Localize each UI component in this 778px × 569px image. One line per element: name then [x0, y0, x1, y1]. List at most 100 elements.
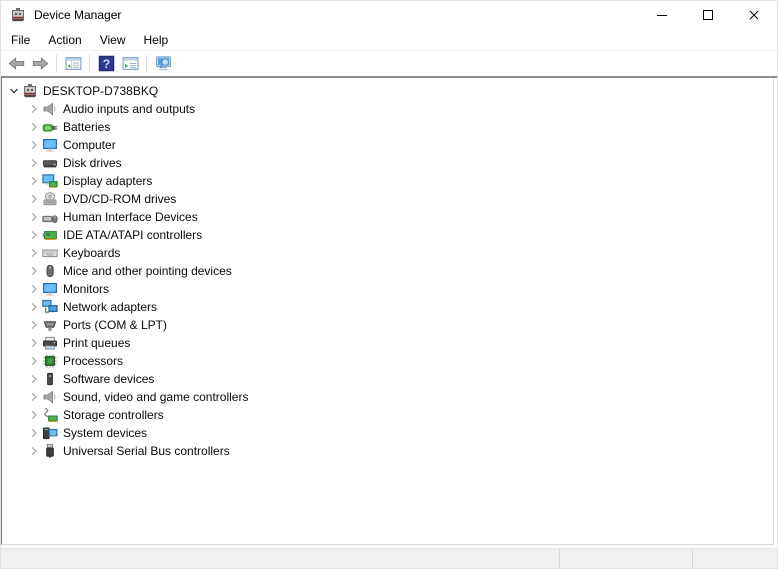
- battery-icon: [42, 119, 58, 135]
- tree-item-disk-drives[interactable]: Disk drives: [2, 154, 773, 172]
- tree-item-ide-ata-atapi-controllers[interactable]: IDE ATA/ATAPI controllers: [2, 226, 773, 244]
- tree-item-label: Keyboards: [63, 246, 121, 260]
- tree-item-label: Disk drives: [63, 156, 122, 170]
- scan-hardware-changes-button[interactable]: [151, 53, 175, 75]
- title-bar: Device Manager: [1, 1, 777, 29]
- tree-item-label: Human Interface Devices: [63, 210, 198, 224]
- tree-item-monitors[interactable]: Monitors: [2, 280, 773, 298]
- device-manager-window: Device Manager File Action View Help DES…: [0, 0, 778, 569]
- tree-item-processors[interactable]: Processors: [2, 352, 773, 370]
- chevron-right-icon[interactable]: [27, 280, 41, 298]
- menu-view[interactable]: View: [92, 31, 134, 49]
- status-segment: [1, 549, 559, 568]
- chevron-right-icon[interactable]: [27, 208, 41, 226]
- tree-item-batteries[interactable]: Batteries: [2, 118, 773, 136]
- tree-item-label: Batteries: [63, 120, 111, 134]
- chevron-right-icon[interactable]: [27, 316, 41, 334]
- tree-item-usb-controllers[interactable]: Universal Serial Bus controllers: [2, 442, 773, 460]
- chevron-right-icon[interactable]: [27, 172, 41, 190]
- help-button[interactable]: [94, 53, 118, 75]
- tree-item-audio-inputs-outputs[interactable]: Audio inputs and outputs: [2, 100, 773, 118]
- chevron-right-icon[interactable]: [27, 244, 41, 262]
- window-title: Device Manager: [34, 8, 122, 22]
- tree-item-label: Print queues: [63, 336, 131, 350]
- software-device-icon: [42, 371, 58, 387]
- maximize-button[interactable]: [685, 1, 731, 29]
- chevron-right-icon[interactable]: [27, 190, 41, 208]
- chevron-right-icon[interactable]: [27, 388, 41, 406]
- chevron-right-icon[interactable]: [27, 154, 41, 172]
- tree-item-label: Computer: [63, 138, 116, 152]
- chevron-right-icon[interactable]: [27, 262, 41, 280]
- status-bar: [1, 548, 777, 568]
- menu-help[interactable]: Help: [136, 31, 177, 49]
- computer-monitor-icon: [42, 137, 58, 153]
- tree-item-dvd-cdrom-drives[interactable]: DVD/CD-ROM drives: [2, 190, 773, 208]
- tree-item-label: Mice and other pointing devices: [63, 264, 232, 278]
- menu-action[interactable]: Action: [40, 31, 89, 49]
- chevron-right-icon[interactable]: [27, 370, 41, 388]
- tree-item-system-devices[interactable]: System devices: [2, 424, 773, 442]
- window-controls: [639, 1, 777, 29]
- tree-item-network-adapters[interactable]: Network adapters: [2, 298, 773, 316]
- tree-item-mice-pointing-devices[interactable]: Mice and other pointing devices: [2, 262, 773, 280]
- properties-icon: [122, 55, 139, 72]
- speaker-icon: [42, 101, 58, 117]
- chevron-right-icon[interactable]: [27, 442, 41, 460]
- menu-file[interactable]: File: [3, 31, 38, 49]
- back-button[interactable]: [4, 53, 28, 75]
- minimize-icon: [654, 7, 670, 23]
- chevron-right-icon[interactable]: [27, 406, 41, 424]
- chevron-right-icon[interactable]: [27, 298, 41, 316]
- status-segment: [692, 549, 777, 568]
- tree-item-computer[interactable]: Computer: [2, 136, 773, 154]
- tree-item-storage-controllers[interactable]: Storage controllers: [2, 406, 773, 424]
- tree-item-label: Network adapters: [63, 300, 158, 314]
- tree-item-ports-com-lpt[interactable]: Ports (COM & LPT): [2, 316, 773, 334]
- toolbar-separator: [146, 55, 147, 72]
- tree-item-software-devices[interactable]: Software devices: [2, 370, 773, 388]
- tree-item-label: Processors: [63, 354, 124, 368]
- chevron-down-icon[interactable]: [7, 82, 21, 100]
- tree-item-label: Sound, video and game controllers: [63, 390, 249, 404]
- menu-bar: File Action View Help: [1, 29, 777, 51]
- chevron-right-icon[interactable]: [27, 424, 41, 442]
- ata-controller-icon: [42, 227, 58, 243]
- tree-item-print-queues[interactable]: Print queues: [2, 334, 773, 352]
- tree-item-sound-video-game-controllers[interactable]: Sound, video and game controllers: [2, 388, 773, 406]
- tree-item-label: IDE ATA/ATAPI controllers: [63, 228, 203, 242]
- chevron-right-icon[interactable]: [27, 118, 41, 136]
- device-manager-icon: [22, 83, 38, 99]
- close-icon: [746, 7, 762, 23]
- chevron-right-icon[interactable]: [27, 136, 41, 154]
- minimize-button[interactable]: [639, 1, 685, 29]
- show-console-tree-button[interactable]: [61, 53, 85, 75]
- tree-item-display-adapters[interactable]: Display adapters: [2, 172, 773, 190]
- tree-root-label: DESKTOP-D738BKQ: [43, 84, 159, 98]
- tree-root-computer[interactable]: DESKTOP-D738BKQ: [2, 82, 773, 100]
- system-device-icon: [42, 425, 58, 441]
- tree-item-human-interface-devices[interactable]: Human Interface Devices: [2, 208, 773, 226]
- close-button[interactable]: [731, 1, 777, 29]
- printer-icon: [42, 335, 58, 351]
- tree-item-label: System devices: [63, 426, 148, 440]
- tree-item-label: Software devices: [63, 372, 155, 386]
- forward-icon: [32, 55, 49, 72]
- chevron-right-icon[interactable]: [27, 100, 41, 118]
- storage-controller-icon: [42, 407, 58, 423]
- cd-drive-icon: [42, 191, 58, 207]
- mouse-icon: [42, 263, 58, 279]
- chevron-right-icon[interactable]: [27, 226, 41, 244]
- properties-button[interactable]: [118, 53, 142, 75]
- chevron-right-icon[interactable]: [27, 352, 41, 370]
- forward-button[interactable]: [28, 53, 52, 75]
- device-tree-panel: DESKTOP-D738BKQ Audio inputs and outputs…: [1, 78, 774, 545]
- tree-item-keyboards[interactable]: Keyboards: [2, 244, 773, 262]
- tree-item-label: Display adapters: [63, 174, 153, 188]
- toolbar-separator: [56, 55, 57, 72]
- toolbar: [1, 51, 777, 76]
- show-console-tree-icon: [65, 55, 82, 72]
- usb-icon: [42, 443, 58, 459]
- tree-item-label: Storage controllers: [63, 408, 164, 422]
- chevron-right-icon[interactable]: [27, 334, 41, 352]
